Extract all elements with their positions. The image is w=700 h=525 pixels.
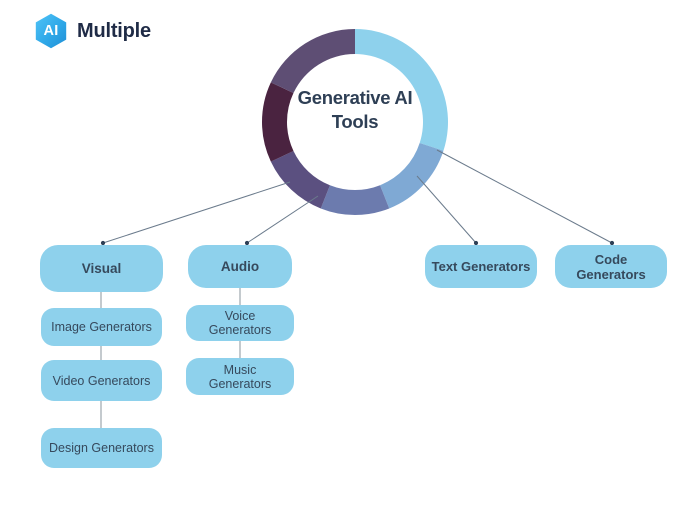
node-label: Text Generators — [431, 259, 531, 274]
node-design-generators[interactable]: Design Generators — [41, 428, 162, 468]
hub-title-line1: Generative AI — [297, 87, 413, 108]
node-text-generators[interactable]: Text Generators — [425, 245, 537, 288]
node-video-generators[interactable]: Video Generators — [41, 360, 162, 401]
diagram-canvas: AI Multiple Generative AI Tools Visual I… — [0, 0, 700, 525]
connector-lines — [100, 149, 615, 428]
node-label: Image Generators — [51, 320, 152, 334]
node-audio[interactable]: Audio — [188, 245, 292, 288]
node-label: Code Generators — [576, 251, 646, 282]
donut-segment — [320, 185, 390, 215]
donut-segment — [270, 150, 330, 209]
donut-segment — [270, 29, 355, 94]
node-label: Audio — [220, 259, 260, 274]
page-title: Generative AI Tools — [281, 86, 429, 133]
node-label: Voice Generators — [208, 309, 272, 337]
node-visual[interactable]: Visual — [40, 245, 163, 292]
node-code-generators[interactable]: Code Generators — [555, 245, 667, 288]
donut-segment — [380, 143, 444, 209]
hub-title-line2: Tools — [331, 110, 379, 132]
ai-hexagon-label: AI — [43, 23, 59, 39]
node-label: Design Generators — [49, 441, 154, 455]
ai-hexagon-icon: AI — [34, 13, 68, 49]
node-label: Visual — [81, 261, 122, 276]
node-image-generators[interactable]: Image Generators — [41, 308, 162, 346]
node-label: Video Generators — [52, 373, 151, 388]
node-music-generators[interactable]: Music Generators — [186, 358, 294, 395]
brand-logo: AI Multiple — [34, 13, 151, 49]
brand-wordmark: Multiple — [77, 19, 151, 42]
node-voice-generators[interactable]: Voice Generators — [186, 305, 294, 341]
node-label: Music Generators — [208, 362, 272, 391]
